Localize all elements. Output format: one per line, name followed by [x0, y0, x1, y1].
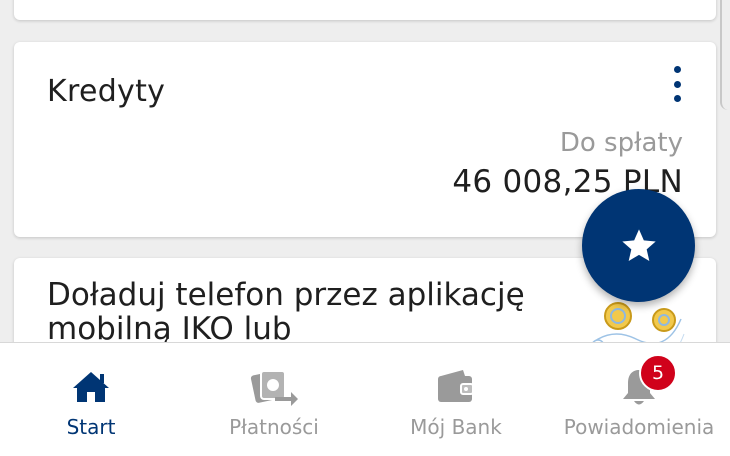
notification-count-badge: 5	[639, 354, 677, 392]
scroll-indicator	[720, 0, 730, 110]
bell-icon: 5	[619, 354, 677, 411]
credits-title: Kredyty	[47, 74, 166, 109]
promo-text: Doładuj telefon przez aplikację mobilną …	[47, 277, 525, 347]
star-icon	[621, 228, 656, 261]
due-label: Do spłaty	[559, 128, 683, 158]
nav-label-start: Start	[66, 415, 116, 439]
home-icon	[71, 363, 111, 411]
nav-label-my-bank: Mój Bank	[410, 415, 502, 439]
wallet-icon	[435, 363, 477, 411]
nav-item-payments[interactable]: Płatności	[218, 343, 330, 456]
more-options-icon[interactable]	[668, 66, 686, 102]
nav-label-notifications: Powiadomienia	[563, 415, 715, 439]
payments-icon	[249, 363, 299, 411]
nav-item-my-bank[interactable]: Mój Bank	[400, 343, 512, 456]
favorites-fab-button[interactable]	[582, 189, 695, 302]
nav-item-notifications[interactable]: 5 Powiadomienia	[564, 343, 714, 456]
nav-item-start[interactable]: Start	[35, 343, 147, 456]
previous-card[interactable]	[14, 0, 716, 20]
app-screen: Kredyty Do spłaty 46 008,25 PLN Doładuj …	[0, 0, 730, 456]
nav-label-payments: Płatności	[229, 415, 319, 439]
bottom-navigation: Start Płatności Mój Bank 5 Powiadomienia	[0, 342, 730, 456]
